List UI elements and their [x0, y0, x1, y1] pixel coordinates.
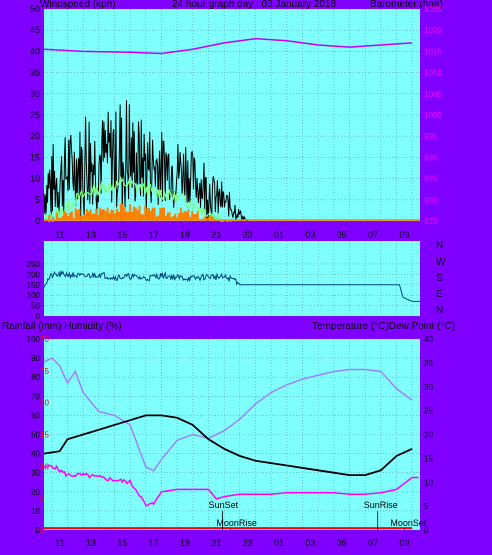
- bottom-x-tick-label: 17: [149, 538, 159, 548]
- top-x-tick-label: 11: [55, 230, 64, 240]
- moonrise-label: MoonRise: [216, 518, 257, 528]
- rainfall-tick-label: 25: [40, 367, 49, 376]
- barometer-tick-label: 975: [424, 217, 438, 226]
- temperature-tick-label: 20: [424, 431, 433, 440]
- barometer-tick-label: 1015: [424, 47, 442, 56]
- direction-tick-label: 100: [27, 291, 41, 300]
- windspeed-tick-label: 5: [35, 195, 40, 205]
- direction-tick-label: 200: [27, 270, 41, 279]
- windspeed-tick-label: 25: [30, 110, 40, 120]
- bottom-x-tick-label: 03: [305, 538, 315, 548]
- temperature-tick-label: 35: [424, 359, 433, 368]
- top-x-tick-label: 21: [211, 230, 221, 240]
- top-x-tick-label: 13: [86, 230, 96, 240]
- top-x-tick-label: 17: [149, 230, 159, 240]
- rainfall-tick-label: 20: [40, 399, 49, 408]
- bottom-x-tick-label: 21: [211, 538, 221, 548]
- bottom-x-tick-label: 11: [55, 538, 64, 548]
- temperature-tick-label: 5: [424, 502, 429, 511]
- rainfall-tick-label: 30: [40, 335, 49, 344]
- direction-tick-label: 250: [27, 260, 41, 269]
- top-x-tick-label: 09: [399, 230, 409, 240]
- barometer-tick-label: 995: [424, 132, 438, 141]
- barometer-tick-label: 985: [424, 175, 438, 184]
- bottom-x-tick-label: 05: [337, 538, 347, 548]
- direction-tick-label: 150: [27, 281, 41, 290]
- bottom-x-tick-label: 23: [243, 538, 253, 548]
- windspeed-tick-label: 40: [30, 46, 40, 56]
- top-x-tick-label: 01: [274, 230, 284, 240]
- bottom-x-tick-label: 15: [117, 538, 127, 548]
- windspeed-tick-label: 20: [30, 131, 40, 141]
- moonset-label: MoonSet: [390, 518, 427, 528]
- humidity-tick-label: 100: [27, 335, 41, 344]
- bottom-x-tick-label: 19: [180, 538, 190, 548]
- windspeed-tick-label: 35: [30, 68, 40, 78]
- windspeed-tick-label: 0: [35, 216, 40, 226]
- temperature-tick-label: 15: [424, 454, 433, 463]
- sunrise-label: SunRise: [364, 500, 398, 510]
- temperature-tick-label: 30: [424, 383, 433, 392]
- weather-graphs: 0510152025303540455097598098599099510001…: [27, 4, 443, 548]
- top-x-tick-label: 05: [337, 230, 347, 240]
- barometer-tick-label: 980: [424, 196, 438, 205]
- rainfall-tick-label: 5: [40, 494, 45, 503]
- humidity-tick-label: 10: [31, 507, 40, 516]
- temperature-tick-label: 40: [424, 335, 433, 344]
- windspeed-tick-label: 15: [30, 152, 40, 162]
- bottom-x-tick-label: 13: [86, 538, 96, 548]
- direction-tick-label: 0: [36, 312, 41, 321]
- direction-tick-label: 50: [31, 302, 40, 311]
- humidity-tick-label: 90: [31, 354, 40, 363]
- barometer-tick-label: 990: [424, 153, 438, 162]
- temperature-tick-label: 25: [424, 407, 433, 416]
- top-x-tick-label: 23: [243, 230, 253, 240]
- sunset-label: SunSet: [209, 500, 239, 510]
- barometer-tick-label: 1010: [424, 69, 442, 78]
- rainfall-tick-label: 15: [40, 431, 49, 440]
- windspeed-tick-label: 10: [30, 174, 40, 184]
- barometer-tick-label: 1020: [424, 26, 442, 35]
- windspeed-tick-label: 30: [30, 89, 40, 99]
- barometer-tick-label: 1025: [424, 5, 442, 14]
- temperature-tick-label: 10: [424, 478, 433, 487]
- barometer-tick-label: 1005: [424, 90, 442, 99]
- top-x-tick-label: 03: [305, 230, 315, 240]
- top-x-tick-label: 19: [180, 230, 190, 240]
- bottom-x-tick-label: 01: [274, 538, 284, 548]
- bottom-x-tick-label: 09: [399, 538, 409, 548]
- bottom-x-tick-label: 07: [368, 538, 378, 548]
- windspeed-tick-label: 45: [30, 25, 40, 35]
- top-x-tick-label: 07: [368, 230, 378, 240]
- barometer-tick-label: 1000: [424, 111, 442, 120]
- windspeed-tick-label: 50: [30, 4, 40, 14]
- humidity-tick-label: 40: [31, 450, 40, 459]
- top-x-tick-label: 15: [117, 230, 127, 240]
- humidity-tick-label: 60: [31, 411, 40, 420]
